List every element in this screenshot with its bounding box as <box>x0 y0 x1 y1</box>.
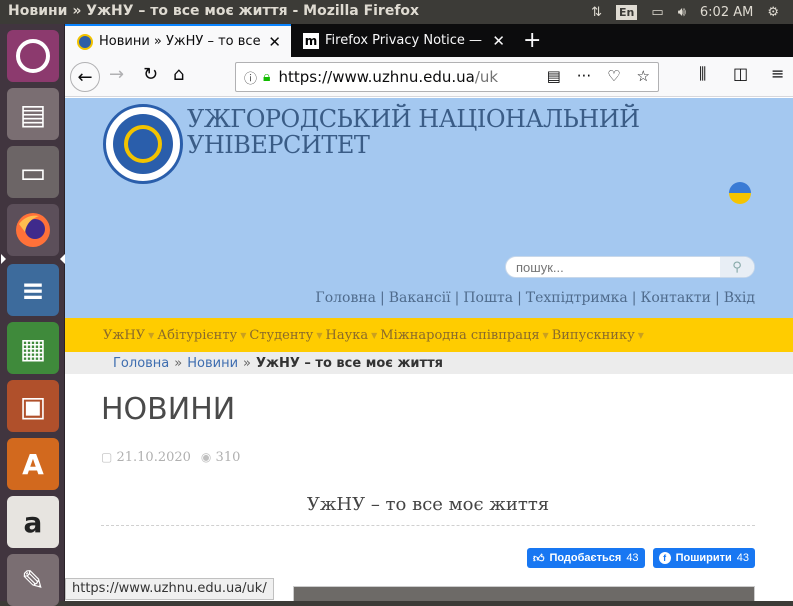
breadcrumb-home[interactable]: Головна <box>113 356 169 371</box>
chevron-down-icon: ▼ <box>637 330 644 340</box>
top-link-vacancies[interactable]: Вакансії <box>389 290 451 306</box>
home-icon[interactable]: ⌂ <box>173 64 184 85</box>
unity-launcher: ▤ ▭ ≡ ▦ ▣ A a ✎ <box>0 24 65 606</box>
url-bar[interactable]: ⓘ 🔒︎ https://www.uzhnu.edu.ua/uk/ ▤ ··· … <box>235 62 659 92</box>
university-name-line1: УЖГОРОДСЬКИЙ НАЦІОНАЛЬНИЙ <box>187 105 640 133</box>
close-tab-icon[interactable]: ✕ <box>268 33 281 51</box>
sidebar-icon[interactable]: ◫ <box>733 64 748 83</box>
menu-item-applicants[interactable]: Абітурієнту <box>157 328 237 343</box>
calendar-icon: ▢ <box>101 450 113 464</box>
clock[interactable]: 6:02 AM <box>700 5 753 20</box>
university-name[interactable]: УЖГОРОДСЬКИЙ НАЦІОНАЛЬНИЙ УНІВЕРСИТЕТ <box>187 106 640 158</box>
facebook-like-button[interactable]: 👍︎ Подобається 43 <box>526 548 645 568</box>
top-link-login[interactable]: Вхід <box>724 290 755 306</box>
top-link-mail[interactable]: Пошта <box>463 290 513 306</box>
page-actions-icon[interactable]: ··· <box>577 67 591 85</box>
lock-icon[interactable]: 🔒︎ <box>263 69 270 85</box>
tab-privacy-notice[interactable]: m Firefox Privacy Notice — ✕ <box>291 24 515 57</box>
chevron-down-icon: ▼ <box>148 330 155 340</box>
window-title: Новини » УжНУ – то все моє життя - Mozil… <box>8 3 420 19</box>
back-arrow-icon[interactable]: ← <box>70 62 100 92</box>
page-title: НОВИНИ <box>101 392 236 427</box>
ukrainian-language-flag-icon[interactable] <box>729 182 751 204</box>
reader-view-icon[interactable]: ▤ <box>547 67 561 85</box>
system-top-bar: Новини » УжНУ – то все моє життя - Mozil… <box>0 0 793 24</box>
menu-item-science[interactable]: Наука <box>326 328 369 343</box>
tab-title: Новини » УжНУ – то все <box>99 34 261 49</box>
url-host: https://www.uzhnu.edu.ua <box>278 68 475 86</box>
tab-strip: Новини » УжНУ – то все ✕ m Firefox Priva… <box>65 24 793 57</box>
breadcrumb-news[interactable]: Новини <box>187 356 238 371</box>
link-status-bar: https://www.uzhnu.edu.ua/uk/ <box>65 578 274 600</box>
library-icon[interactable]: ⫼ <box>699 64 706 84</box>
facebook-share-button[interactable]: f Поширити 43 <box>652 548 755 568</box>
facebook-icon: f <box>658 552 671 564</box>
battery-icon[interactable]: ▭ <box>651 5 663 20</box>
chevron-down-icon: ▼ <box>371 330 378 340</box>
site-info-icon[interactable]: ⓘ <box>244 68 257 87</box>
menu-item-students[interactable]: Студенту <box>249 328 313 343</box>
tab-news[interactable]: Новини » УжНУ – то все ✕ <box>65 24 291 57</box>
university-favicon <box>77 33 93 50</box>
firefox-window: Новини » УжНУ – то все ✕ m Firefox Priva… <box>65 24 793 601</box>
volume-icon[interactable]: 🔊︎ <box>678 5 686 20</box>
url-text[interactable]: https://www.uzhnu.edu.ua/uk/ <box>278 68 498 86</box>
top-links: Головна | Вакансії | Пошта | Техпідтримка | Конт… <box>315 290 755 306</box>
amazon-icon[interactable]: a <box>7 496 59 548</box>
search-icon[interactable]: ⚲ <box>720 257 754 277</box>
keyboard-layout-indicator[interactable]: En <box>616 4 638 20</box>
breadcrumb: Головна » Новини » УжНУ – то все моє жит… <box>65 352 793 374</box>
network-sort-icon[interactable]: ⇅ <box>591 5 602 20</box>
article-views: 310 <box>215 450 241 465</box>
top-link-contacts[interactable]: Контакти <box>640 290 711 306</box>
search-input[interactable] <box>516 259 716 275</box>
chevron-down-icon: ▼ <box>542 330 549 340</box>
university-name-line2: УНІВЕРСИТЕТ <box>187 131 370 159</box>
top-link-support[interactable]: Техпідтримка <box>526 290 628 306</box>
active-app-indicator <box>1 254 6 264</box>
ubuntu-software-icon[interactable]: A <box>7 438 59 490</box>
disk-installer-icon[interactable]: ▤ <box>7 88 59 140</box>
main-menu: УжНУ ▼ Абітурієнту ▼ Студенту ▼ Наука ▼ Міжн… <box>65 318 793 352</box>
tab-title: Firefox Privacy Notice — <box>325 33 483 48</box>
close-tab-icon[interactable]: ✕ <box>492 32 505 50</box>
files-icon[interactable]: ▭ <box>7 146 59 198</box>
article-photo <box>293 586 755 601</box>
menu-item-international[interactable]: Міжнародна співпраця <box>380 328 539 343</box>
web-page: УЖГОРОДСЬКИЙ НАЦІОНАЛЬНИЙ УНІВЕРСИТЕТ ⚲ … <box>65 98 793 601</box>
top-link-home[interactable]: Головна <box>315 290 376 306</box>
forward-arrow-icon[interactable]: → <box>109 64 124 85</box>
chevron-down-icon: ▼ <box>240 330 247 340</box>
hamburger-menu-icon[interactable]: ≡ <box>771 64 784 83</box>
ubuntu-dash-icon[interactable] <box>7 30 59 82</box>
new-tab-plus-icon[interactable]: + <box>523 28 541 53</box>
bookmark-star-icon[interactable]: ☆ <box>637 67 650 85</box>
site-header: УЖГОРОДСЬКИЙ НАЦІОНАЛЬНИЙ УНІВЕРСИТЕТ ⚲ … <box>65 98 793 318</box>
reload-icon[interactable]: ↻ <box>143 64 158 85</box>
menu-item-graduates[interactable]: Випускнику <box>552 328 635 343</box>
article-meta: ▢ 21.10.2020 ◉ 310 <box>101 450 240 465</box>
menu-item-uzhnu[interactable]: УжНУ <box>103 328 145 343</box>
libreoffice-writer-icon[interactable]: ≡ <box>7 264 59 316</box>
article-date: 21.10.2020 <box>116 450 191 465</box>
system-tray: ⇅ En ▭ 🔊︎ 6:02 AM ⚙ <box>591 0 793 24</box>
chevron-down-icon: ▼ <box>316 330 323 340</box>
power-gear-icon[interactable]: ⚙ <box>767 5 779 20</box>
article-title: УжНУ – то все моє життя <box>101 494 755 526</box>
breadcrumb-current: УжНУ – то все моє життя <box>256 355 443 371</box>
url-path: /uk/ <box>474 68 499 86</box>
facebook-buttons: 👍︎ Подобається 43 f Поширити 43 <box>526 548 755 568</box>
site-search: ⚲ <box>505 256 755 278</box>
thumbs-up-icon: 👍︎ <box>532 552 545 565</box>
navigation-toolbar: ← → ↻ ⌂ ⓘ 🔒︎ https://www.uzhnu.edu.ua/uk… <box>65 57 793 97</box>
libreoffice-calc-icon[interactable]: ▦ <box>7 322 59 374</box>
university-logo[interactable] <box>103 104 183 184</box>
firefox-icon[interactable] <box>7 204 59 256</box>
system-settings-icon[interactable]: ✎ <box>7 554 59 606</box>
mozilla-favicon: m <box>303 32 319 49</box>
libreoffice-impress-icon[interactable]: ▣ <box>7 380 59 432</box>
pocket-icon[interactable]: ♡ <box>607 67 620 85</box>
eye-icon: ◉ <box>200 450 212 464</box>
